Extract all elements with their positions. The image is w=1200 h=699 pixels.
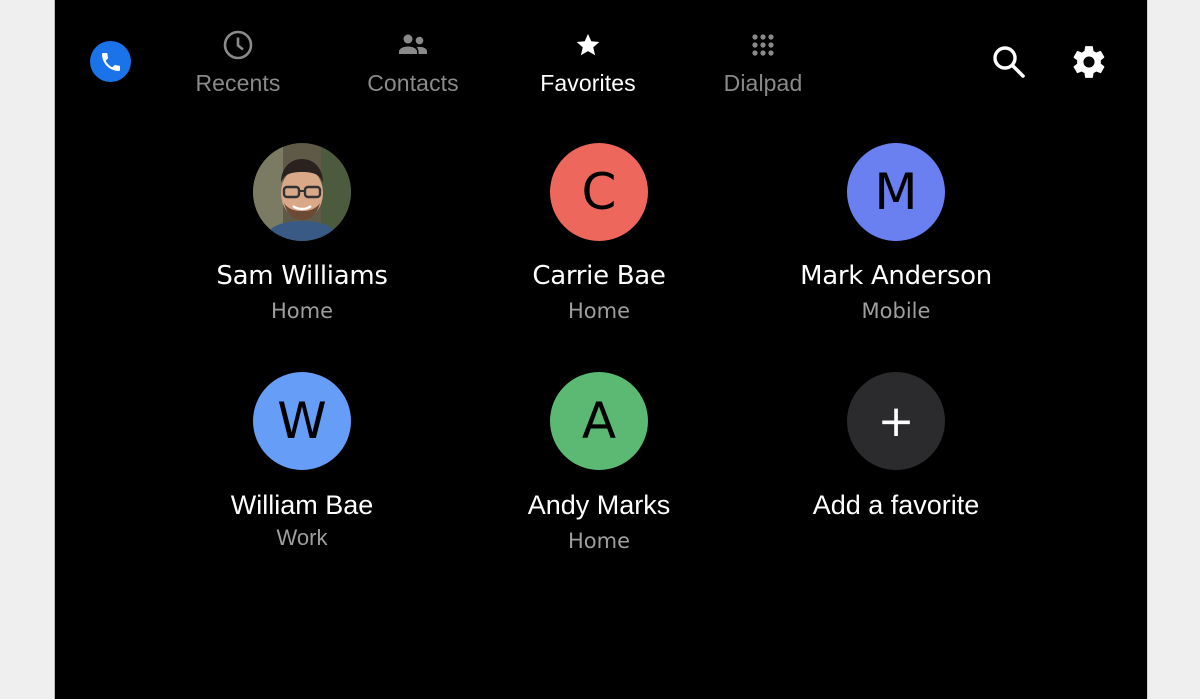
avatar-initial: C: [550, 143, 648, 241]
contact-name: Andy Marks: [527, 490, 671, 520]
favorite-tile-mark-anderson[interactable]: M Mark Anderson Mobile: [766, 143, 1026, 323]
screen-border-right: [1147, 0, 1148, 699]
contact-name: William Bae: [230, 490, 374, 520]
contact-name: Sam Williams: [216, 261, 388, 291]
tab-contacts-label: Contacts: [367, 70, 459, 96]
contact-number-type: Work: [276, 525, 328, 550]
contact-photo: [253, 143, 351, 241]
tab-dialpad-label: Dialpad: [723, 70, 803, 96]
tab-contacts[interactable]: Contacts: [343, 28, 483, 108]
contact-number-type: Mobile: [861, 299, 931, 323]
avatar-photo: [253, 143, 351, 241]
dialpad-icon: [752, 34, 774, 56]
people-icon: [399, 34, 427, 54]
favorite-tile-andy-marks[interactable]: A Andy Marks Home: [469, 372, 729, 553]
tab-dialpad[interactable]: Dialpad: [693, 28, 833, 108]
settings-button[interactable]: [1067, 40, 1111, 84]
add-favorite-button[interactable]: + Add a favorite: [766, 372, 1026, 521]
contact-number-type: Home: [567, 529, 630, 553]
tab-recents[interactable]: Recents: [168, 28, 308, 108]
contact-number-type: Home: [567, 299, 630, 323]
favorite-tile-william-bae[interactable]: W William Bae Work: [172, 372, 432, 551]
avatar-initial: W: [253, 372, 351, 470]
favorite-tile-sam-williams[interactable]: Sam Williams Home: [172, 143, 432, 323]
avatar-initial: M: [847, 143, 945, 241]
gear-icon: [1073, 46, 1105, 78]
avatar-initial: A: [550, 372, 648, 470]
search-button[interactable]: [987, 40, 1031, 84]
clock-icon: [223, 30, 253, 60]
contact-number-type: Home: [270, 299, 333, 323]
tab-favorites-label: Favorites: [540, 70, 636, 96]
plus-icon: +: [847, 372, 945, 470]
contact-name: Mark Anderson: [800, 261, 992, 291]
star-icon: [576, 33, 600, 56]
tab-recents-label: Recents: [195, 70, 281, 96]
favorite-tile-carrie-bae[interactable]: C Carrie Bae Home: [469, 143, 729, 323]
phone-app-screen: Recents Contacts Favorites Dialpad Sam W…: [55, 0, 1147, 699]
add-favorite-label: Add a favorite: [812, 490, 980, 520]
tab-favorites[interactable]: Favorites: [518, 28, 658, 108]
app-phone-button[interactable]: [90, 41, 131, 82]
phone-icon: [101, 52, 120, 71]
search-icon: [993, 46, 1025, 78]
contact-name: Carrie Bae: [532, 261, 666, 291]
